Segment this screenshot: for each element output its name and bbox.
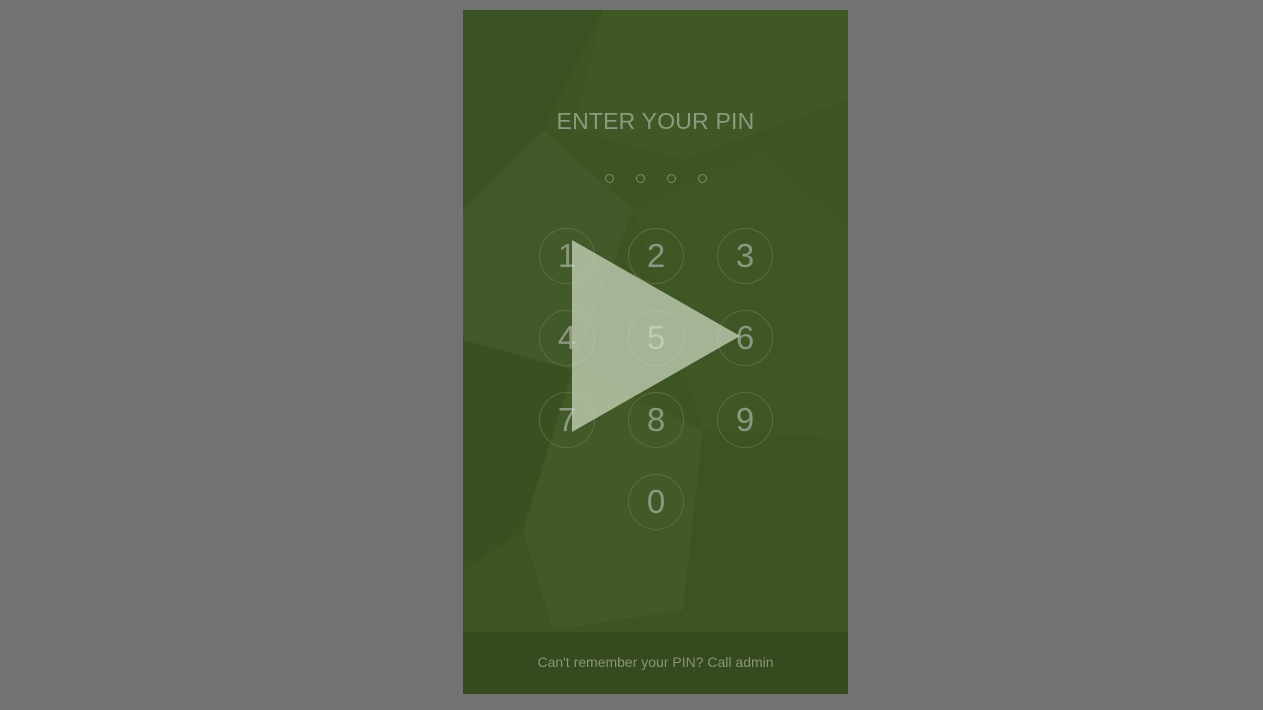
pin-entry-indicator (463, 174, 848, 186)
pin-dot-1 (605, 174, 614, 183)
pin-dot-2 (636, 174, 645, 183)
pin-title: ENTER YOUR PIN (556, 108, 755, 134)
video-preview-page: ENTER YOUR PIN 1 2 3 4 5 6 7 8 9 0 Can't… (0, 0, 1263, 710)
pin-dot-4 (698, 174, 707, 183)
pin-dot-3 (667, 174, 676, 183)
pin-footer: Can't remember your PIN? Call admin (463, 632, 848, 694)
keypad-key-0[interactable]: 0 (628, 474, 684, 530)
play-icon[interactable] (572, 240, 740, 432)
forgot-pin-text[interactable]: Can't remember your PIN? Call admin (463, 654, 848, 670)
